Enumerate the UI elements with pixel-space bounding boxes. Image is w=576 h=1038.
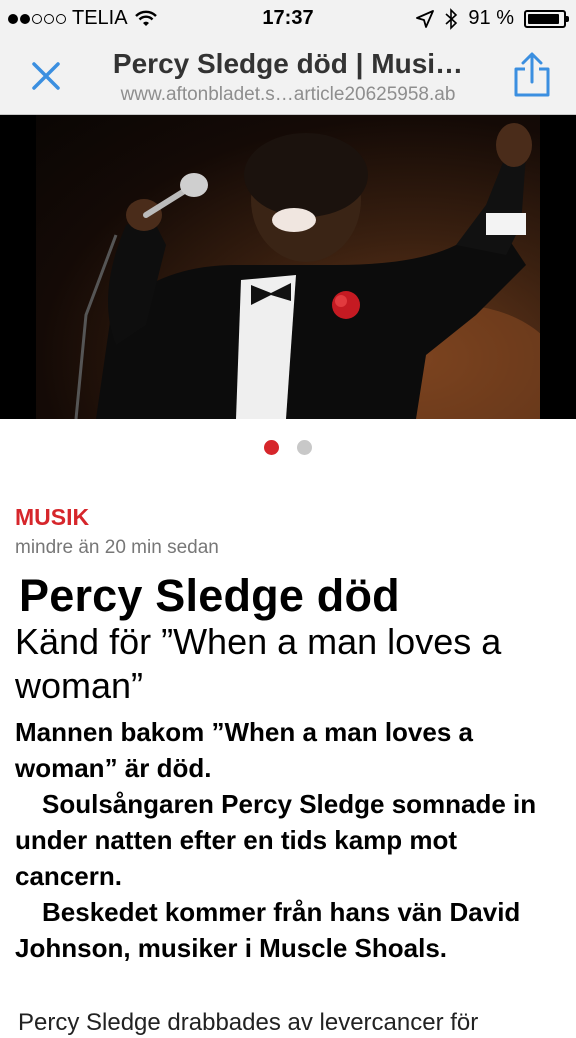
status-right: 91 % xyxy=(416,7,569,30)
article-lead: Mannen bakom ”When a man loves a woman” … xyxy=(15,714,571,966)
carousel-dot[interactable] xyxy=(264,440,279,455)
lead-paragraph: Mannen bakom ”When a man loves a woman” … xyxy=(15,717,473,783)
body-paragraph: Beskedet kommer från hans vän David John… xyxy=(15,897,521,963)
close-icon[interactable] xyxy=(28,58,64,94)
article-timestamp: mindre än 20 min sedan xyxy=(15,537,219,558)
next-paragraph-preview: Percy Sledge drabbades av levercancer fö… xyxy=(18,1009,479,1036)
status-bar: TELIA 17:37 91 % xyxy=(0,0,576,38)
browser-nav-bar: Percy Sledge död | Musi… www.aftonbladet… xyxy=(0,38,576,115)
carousel-dot[interactable] xyxy=(297,440,312,455)
battery-level-fill xyxy=(528,13,559,24)
page-title: Percy Sledge död | Musi… xyxy=(112,48,464,79)
carousel-page-indicator[interactable] xyxy=(0,440,576,455)
article-photo-carousel[interactable] xyxy=(0,115,576,419)
bluetooth-icon xyxy=(445,7,458,30)
page-url[interactable]: www.aftonbladet.s…article20625958.ab xyxy=(88,84,488,106)
location-icon xyxy=(416,9,435,28)
article-category[interactable]: MUSIK xyxy=(15,504,89,531)
article-photo xyxy=(36,115,540,419)
share-icon[interactable] xyxy=(512,52,552,98)
article-headline: Percy Sledge död xyxy=(19,570,400,621)
body-paragraph: Soulsångaren Percy Sledge somnade in und… xyxy=(15,789,537,891)
article-subheadline: Känd för ”When a man loves a woman” xyxy=(15,621,502,706)
singer-illustration xyxy=(74,123,540,419)
battery-percent: 91 % xyxy=(468,7,514,29)
battery-icon xyxy=(524,9,569,28)
